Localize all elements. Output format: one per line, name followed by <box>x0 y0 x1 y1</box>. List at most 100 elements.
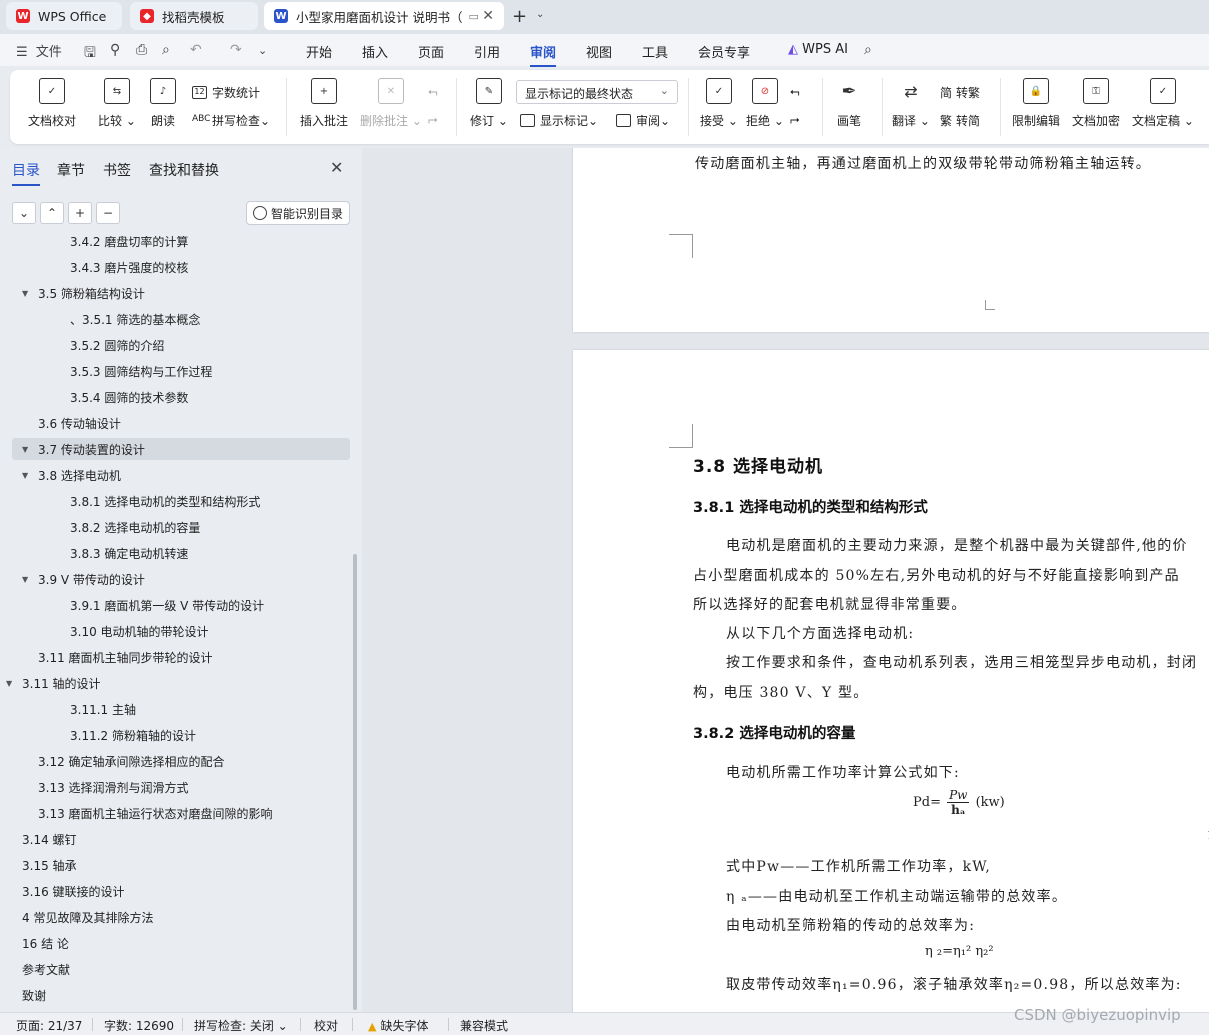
body-text[interactable]: 传动磨面机主轴，再通过磨面机上的双级带轮带动筛粉箱主轴运转。 <box>695 153 1151 173</box>
undo-icon[interactable]: ↶ <box>190 42 202 58</box>
toc-item[interactable]: 3.5.3 圆筛结构与工作过程 <box>0 360 212 382</box>
monitor-icon[interactable]: ▭ <box>468 10 478 23</box>
efficiency-formula[interactable]: η ₂=η₁² η₂² <box>925 944 994 959</box>
toc-item[interactable]: 16 结 论 <box>0 932 69 954</box>
toc-item[interactable]: 3.13 磨面机主轴运行状态对磨盘间隙的影响 <box>0 802 273 824</box>
body-text[interactable]: 电动机是磨面机的主要动力来源，是整个机器中最为关键部件,他的价 <box>726 535 1188 555</box>
tab-document[interactable]: W 小型家用磨面机设计 说明书（ ▭ ✕ <box>264 2 504 30</box>
tab-toc[interactable]: 目录 <box>12 160 40 186</box>
toc-item[interactable]: ▼ 3.11 轴的设计 <box>0 672 101 694</box>
toc-item[interactable]: 3.6 传动轴设计 <box>0 412 121 434</box>
reject-button[interactable]: ⊘ 拒绝 ⌄ <box>746 78 784 129</box>
toc-item[interactable]: 3.4.2 磨盘切率的计算 <box>0 236 188 252</box>
expand-triangle-icon[interactable]: ▼ <box>22 575 38 584</box>
menu-page[interactable]: 页面 <box>418 42 444 61</box>
spell-check-status[interactable]: 拼写检查: 关闭 ⌄ <box>194 1017 288 1034</box>
word-count-button[interactable]: 12 字数统计 <box>192 84 260 101</box>
remove-heading-button[interactable]: − <box>96 202 120 224</box>
translate-button[interactable]: ⇄ 翻译 ⌄ <box>892 78 930 129</box>
encrypt-button[interactable]: ⚿ 文档加密 <box>1072 78 1120 129</box>
toc-item[interactable]: 3.14 螺钉 <box>0 828 77 850</box>
close-pane-icon[interactable]: ✕ <box>330 158 343 177</box>
body-text[interactable]: η ₐ——由电动机至工作机主动端运输带的总效率。 <box>726 886 1067 906</box>
doc-proof-button[interactable]: ✓ 文档校对 <box>28 78 76 129</box>
print-preview-icon[interactable]: ⌕ <box>162 42 170 58</box>
to-traditional-button[interactable]: 简 转繁 <box>940 84 980 101</box>
body-text[interactable]: 构，电压 380 V、Y 型。 <box>693 682 868 702</box>
toc-item[interactable]: 3.5.4 圆筛的技术参数 <box>0 386 188 408</box>
quick-access-chevron-icon[interactable]: ⌄ <box>258 44 267 57</box>
read-aloud-button[interactable]: ♪ 朗读 <box>150 78 176 129</box>
show-markup-button[interactable]: 显示标记 ⌄ <box>520 112 598 129</box>
toc-item[interactable]: 3.5.2 圆筛的介绍 <box>0 334 164 356</box>
prev-comment-icon[interactable]: ⮢ <box>428 84 438 99</box>
add-heading-button[interactable]: + <box>68 202 92 224</box>
print-icon[interactable]: ⎙ <box>136 42 147 58</box>
next-comment-icon[interactable]: ⮣ <box>428 112 438 127</box>
expand-triangle-icon[interactable]: ▼ <box>22 289 38 298</box>
compare-button[interactable]: ⇆ 比较 ⌄ <box>98 78 136 129</box>
body-text[interactable]: 从以下几个方面选择电动机: <box>726 623 914 643</box>
save-icon[interactable]: 🖫 <box>84 42 96 66</box>
heading-2[interactable]: 3.8.2 选择电动机的容量 <box>693 722 855 743</box>
word-count-status[interactable]: 字数: 12690 <box>104 1017 174 1034</box>
tab-template[interactable]: ◆ 找稻壳模板 <box>130 2 258 30</box>
prev-change-icon[interactable]: ⮢ <box>790 84 800 99</box>
toc-item[interactable]: 3.11 磨面机主轴同步带轮的设计 <box>0 646 213 668</box>
toc-item[interactable]: 3.11.2 筛粉箱轴的设计 <box>0 724 196 746</box>
body-text[interactable]: 由电动机至筛粉箱的传动的总效率为: <box>726 915 975 935</box>
file-menu[interactable]: ☰ 文件 <box>16 41 62 60</box>
toc-item[interactable]: 3.4.3 磨片强度的校核 <box>0 256 188 278</box>
toc-item[interactable]: 3.10 电动机轴的带轮设计 <box>0 620 209 642</box>
toc-item[interactable]: 3.15 轴承 <box>0 854 77 876</box>
toc-item[interactable]: 3.8.2 选择电动机的容量 <box>0 516 200 538</box>
toc-item[interactable]: 3.13 选择润滑剂与润滑方式 <box>0 776 189 798</box>
toc-item[interactable]: 3.8.1 选择电动机的类型和结构形式 <box>0 490 260 512</box>
heading-2[interactable]: 3.8.1 选择电动机的类型和结构形式 <box>693 496 928 517</box>
body-text[interactable]: 式中Pw——工作机所需工作功率，kW, <box>726 856 991 876</box>
menu-view[interactable]: 视图 <box>586 42 612 61</box>
tab-list-chevron-icon[interactable]: ⌄ <box>536 9 544 20</box>
revision-button[interactable]: ✎ 修订 ⌄ <box>470 78 508 129</box>
page-indicator[interactable]: 页面: 21/37 <box>16 1017 82 1034</box>
pen-button[interactable]: ✒ 画笔 <box>836 78 862 129</box>
menu-tools[interactable]: 工具 <box>642 42 668 61</box>
toc-item[interactable]: ▼ 3.5 筛粉箱结构设计 <box>0 282 145 304</box>
accept-button[interactable]: ✓ 接受 ⌄ <box>700 78 738 129</box>
toc-item[interactable]: 致谢 <box>0 984 46 1006</box>
body-text[interactable]: 所以选择好的配套电机就显得非常重要。 <box>693 594 967 614</box>
redo-icon[interactable]: ↷ <box>230 42 242 58</box>
body-text[interactable]: 按工作要求和条件，查电动机系列表，选用三相笼型异步电动机，封闭 <box>726 652 1197 672</box>
toc-item[interactable]: 3.16 键联接的设计 <box>0 880 125 902</box>
toc-item[interactable]: 参考文献 <box>0 958 70 980</box>
delete-comment-button[interactable]: ✕ 删除批注 ⌄ <box>360 78 422 129</box>
toc-item[interactable]: 4 常见故障及其排除方法 <box>0 906 153 928</box>
body-text[interactable]: 取皮带传动效率η₁=0.96，滚子轴承效率η₂=0.98，所以总效率为: <box>726 974 1182 994</box>
tab-find-replace[interactable]: 查找和替换 <box>149 160 219 180</box>
share-icon[interactable]: ⚲ <box>110 42 120 58</box>
tab-bookmarks[interactable]: 书签 <box>103 160 131 180</box>
new-tab-icon[interactable]: + <box>512 6 527 27</box>
wps-ai-button[interactable]: ◭ WPS AI <box>788 42 848 57</box>
toc-item[interactable]: 3.9.1 磨面机第一级 V 带传动的设计 <box>0 594 264 616</box>
toc-item[interactable]: ▼ 3.9 V 带传动的设计 <box>0 568 145 590</box>
menu-member[interactable]: 会员专享 <box>698 42 750 61</box>
expand-triangle-icon[interactable]: ▼ <box>22 471 38 480</box>
toc-item[interactable]: 3.11.1 主轴 <box>0 698 136 720</box>
missing-font-status[interactable]: ▲ 缺失字体 <box>368 1017 428 1034</box>
toc-item[interactable]: 3.8.3 确定电动机转速 <box>0 542 188 564</box>
expand-triangle-icon[interactable]: ▼ <box>22 445 38 454</box>
power-formula[interactable]: Pd= Pw hₐ (kw) <box>913 788 1005 817</box>
menu-review[interactable]: 审阅 <box>530 42 557 67</box>
toc-item[interactable]: ▼ 3.8 选择电动机 <box>0 464 121 486</box>
menu-home[interactable]: 开始 <box>306 42 332 61</box>
body-text[interactable]: 电动机所需工作功率计算公式如下: <box>726 762 960 782</box>
collapse-up-button[interactable]: ⌃ <box>40 202 64 224</box>
menu-references[interactable]: 引用 <box>474 42 500 61</box>
review-pane-button[interactable]: 审阅 ⌄ <box>616 112 670 129</box>
tab-chapters[interactable]: 章节 <box>57 160 85 180</box>
close-tab-icon[interactable]: ✕ <box>482 8 494 24</box>
search-icon[interactable]: ⌕ <box>864 42 872 58</box>
toc-scrollbar[interactable] <box>353 554 357 1010</box>
heading-1[interactable]: 3.8 选择电动机 <box>693 452 823 477</box>
